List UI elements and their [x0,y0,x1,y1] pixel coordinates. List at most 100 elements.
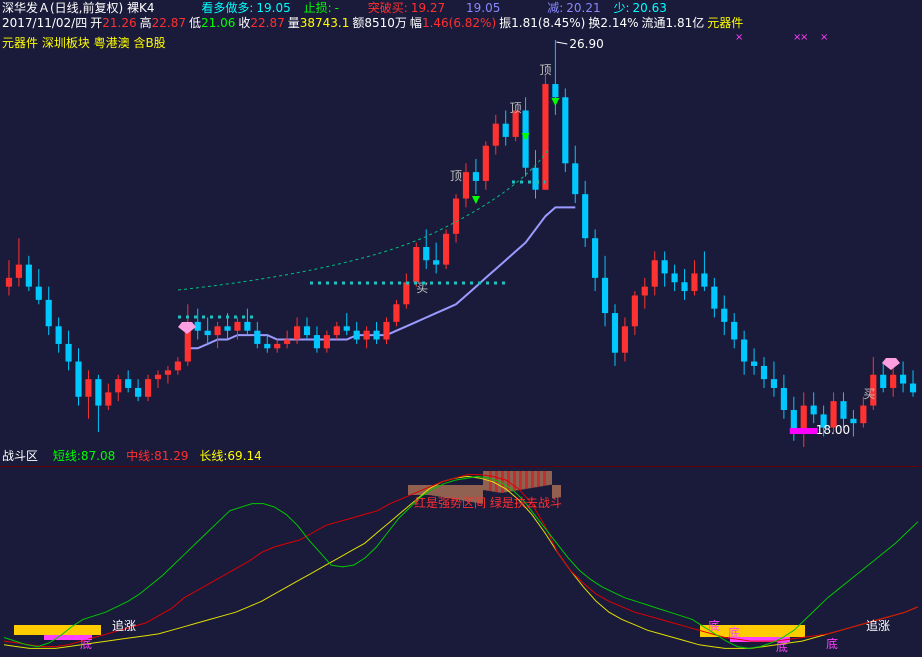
bottom-bar [44,625,47,635]
bottom-bar [50,635,53,640]
bottom-label: 底 [708,618,720,633]
strength-bar [519,471,522,490]
low-bar-marker [789,428,818,434]
top-label: 顶 [539,63,551,77]
candlestick-chart[interactable]: 26.9018.00顶顶顶买买× ×× × [0,0,922,447]
candle-body [750,361,758,366]
strength-bar [522,471,525,490]
candle-body [780,387,787,410]
strength-bar [513,471,516,491]
candle-body [810,405,817,415]
strength-bar [531,471,534,488]
bottom-label: 底 [728,625,740,640]
x-mark-icon: × [735,32,743,43]
bottom-bar [799,625,802,637]
candle-body [164,370,172,375]
strength-bar [417,485,420,495]
candle-body [621,326,629,353]
trend-line [177,149,549,291]
candle-body [681,282,688,292]
bottom-bar [44,635,47,640]
candle-body [403,282,410,305]
candle-body [323,335,330,349]
bottom-bar [83,625,86,635]
candle-body [15,264,22,278]
gem-icon [882,358,900,370]
candle-body [890,374,897,388]
indicator-panel[interactable]: 战斗区 短线:87.08 中线:81.29 长线:69.14 红是强势区间 绿是… [0,447,922,657]
main-chart-panel[interactable]: 深华发Ａ(日线,前复权) 裸K4 看多做多: 19.05 止损: - 突破买: 19.… [0,0,922,447]
candle-body [393,304,400,322]
candle-body [174,361,181,371]
candle-body [661,260,668,274]
bottom-bar [59,625,62,635]
bottom-bar [781,625,784,637]
candle-body [254,330,261,344]
bottom-bar [754,625,757,637]
bottom-label: 底 [80,636,92,651]
candle-body [582,194,589,239]
candle-body [572,163,579,195]
sell-arrow-icon [471,196,480,204]
candle-body [443,233,450,265]
candle-body [532,167,539,190]
candle-body [542,84,549,190]
candle-body [224,326,231,331]
bottom-bar [89,625,92,635]
candle-body [75,361,82,397]
candle-body [144,379,152,397]
strength-bar [540,471,543,487]
candle-body [413,247,420,283]
bottom-bar [35,625,38,635]
bottom-bar [71,635,74,640]
chase-label: 追涨 [866,618,890,633]
bottom-bar [20,625,23,635]
candle-body [731,321,738,340]
bottom-bar [721,625,724,637]
strength-bar [537,471,540,487]
bottom-bar [778,625,781,637]
bottom-bar [724,625,727,637]
bottom-bar [86,625,89,635]
candle-body [770,379,778,388]
candle-body [611,313,619,353]
candle-body [691,273,698,292]
x-mark-icon: × [820,32,828,43]
bottom-bar [26,625,29,635]
candle-body [562,97,569,164]
strength-zone-text: 红是强势区间 绿是扶去战斗 [414,495,562,510]
bottom-bar [745,625,748,637]
high-price-label: 26.90 [569,37,603,51]
candle-body [601,277,609,314]
candle-body [631,295,638,327]
bottom-bar [68,625,71,635]
indicator-chart[interactable]: 红是强势区间 绿是扶去战斗追涨 追涨底底 底底底 [0,447,922,657]
bottom-bar [766,625,769,637]
candle-body [154,374,162,380]
high-price-pointer [556,41,568,45]
bottom-bar [760,625,763,637]
candle-body [85,379,92,397]
bottom-bar [751,625,754,637]
candle-body [701,273,708,287]
strength-bar [543,471,546,486]
bottom-bar [763,625,766,637]
bottom-bar [98,625,101,635]
bottom-bar [95,625,98,635]
candle-body [234,321,241,331]
candle-body [423,247,430,261]
candle-body [850,418,857,424]
candle-body [105,392,112,406]
candle-body [900,374,907,384]
bottom-bar [50,625,53,635]
candle-body [552,84,559,98]
top-label: 顶 [510,101,522,115]
candle-body [194,321,201,331]
candle-body [741,339,748,362]
strength-bar [525,471,528,489]
bottom-bar [769,625,772,637]
bottom-bar [802,625,805,637]
bottom-bar [29,625,32,635]
candle-body [343,326,350,331]
candle-body [293,326,301,340]
